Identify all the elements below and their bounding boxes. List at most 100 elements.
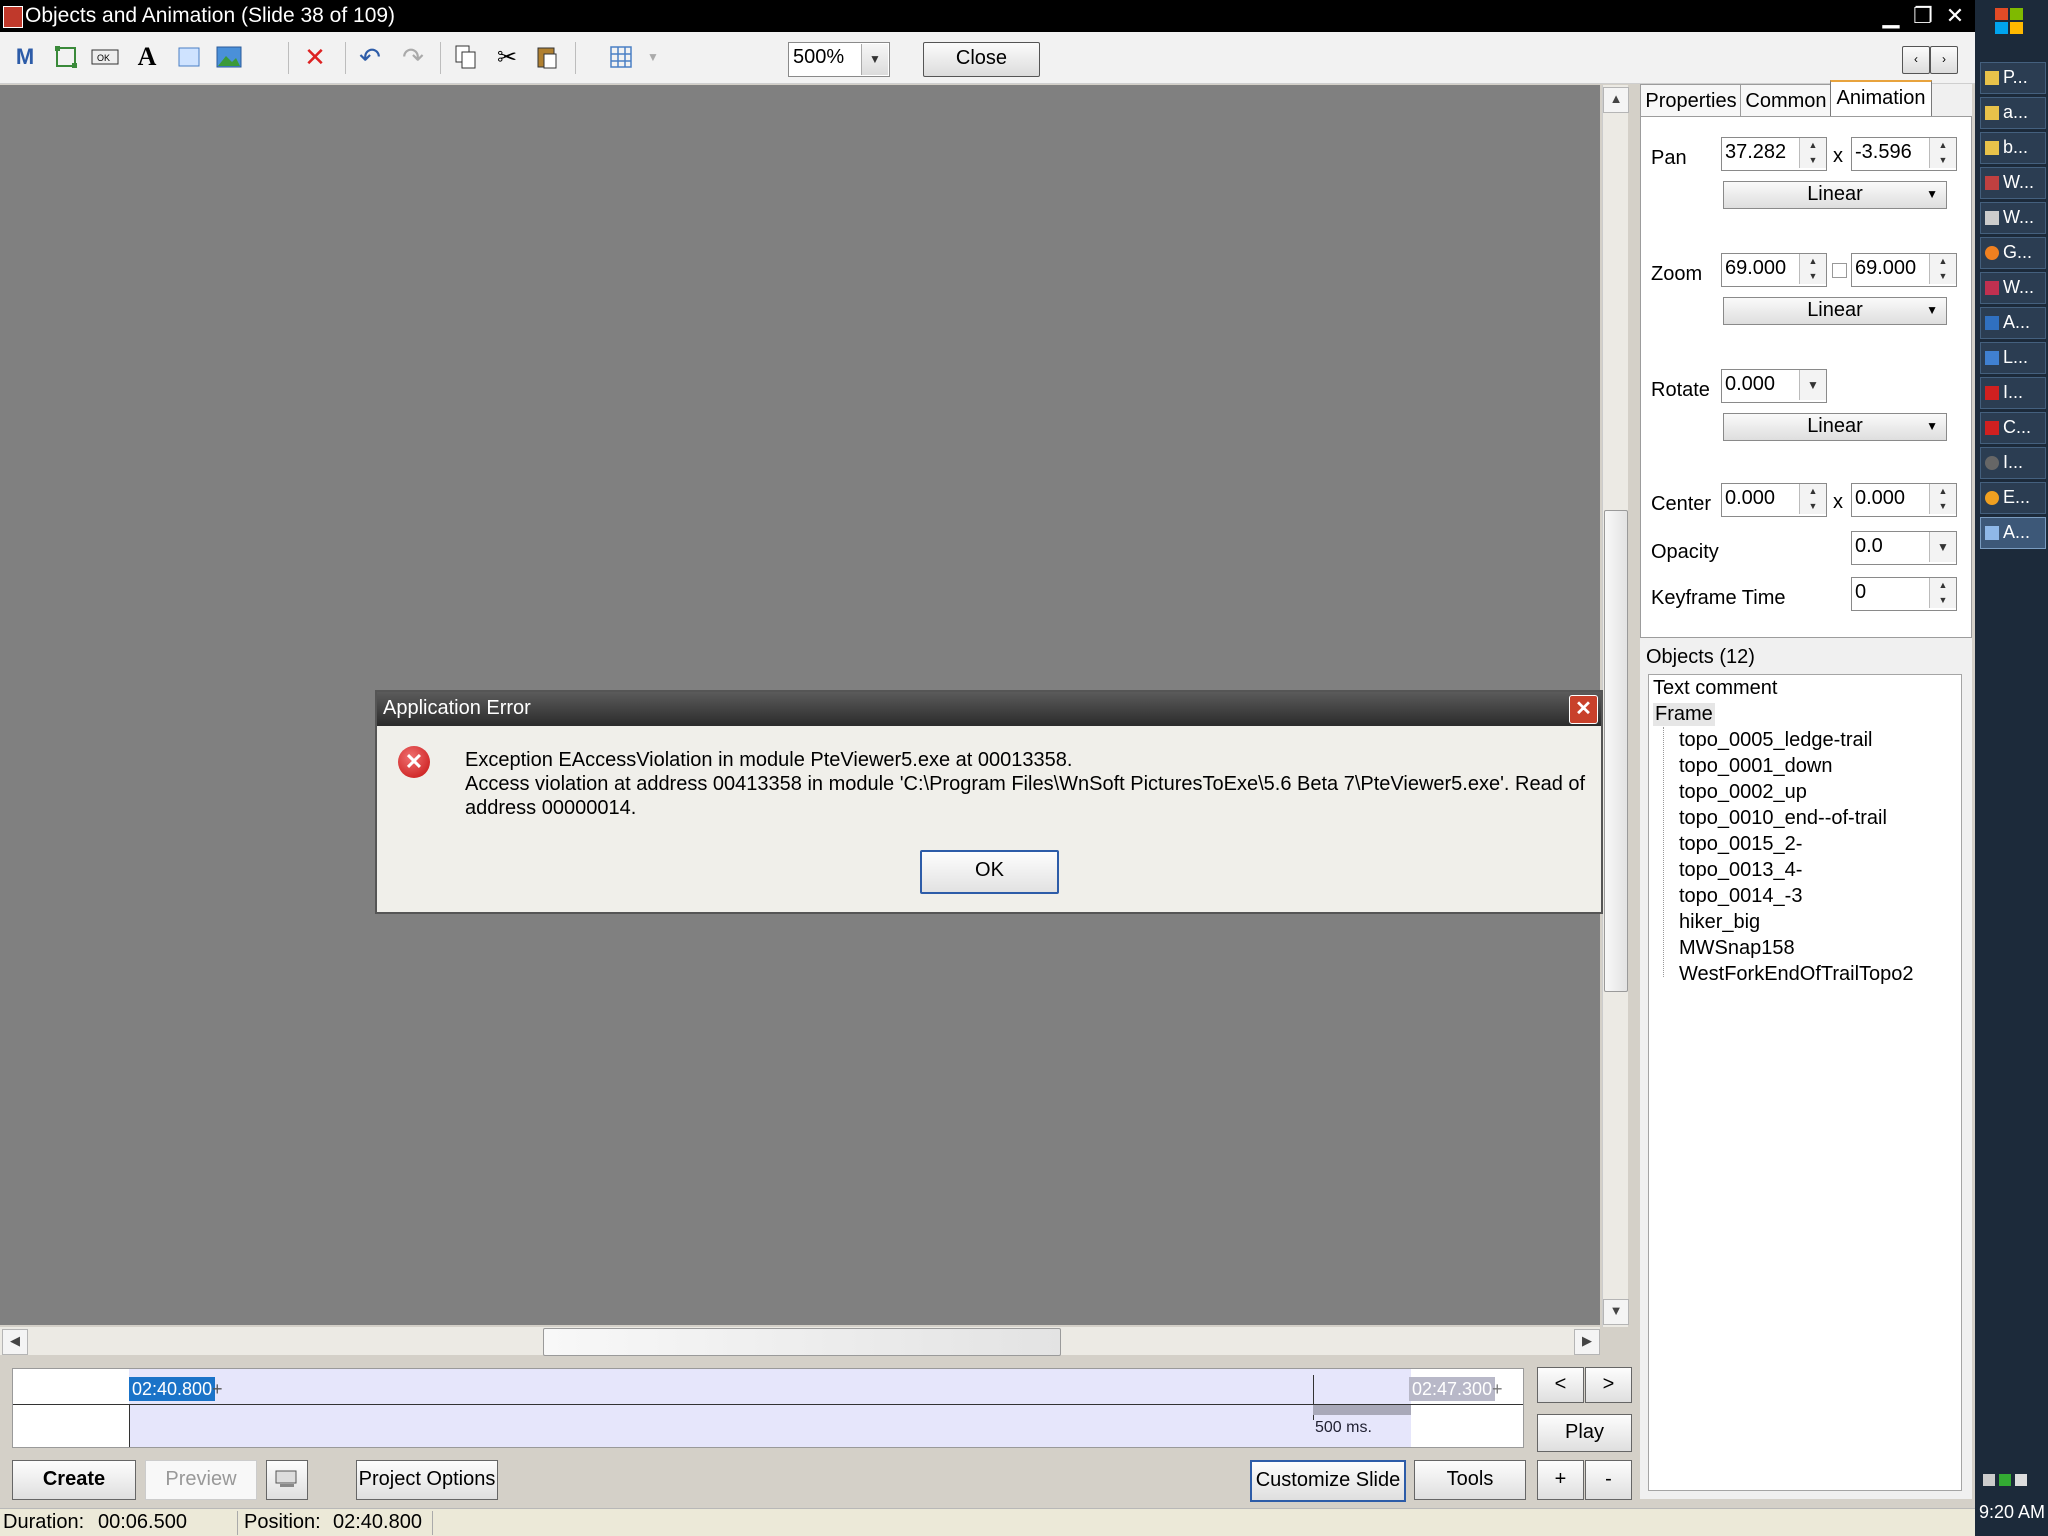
tree-item[interactable]: topo_0013_4- (1679, 859, 1802, 882)
taskbar-item[interactable]: G... (1980, 237, 2046, 269)
add-button-icon[interactable]: OK (90, 42, 120, 72)
tree-item[interactable]: topo_0014_-3 (1679, 885, 1802, 908)
keyframe-time-input[interactable]: 0 ▲ ▼ (1851, 577, 1957, 611)
volume-icon[interactable] (2015, 1474, 2027, 1486)
delete-icon[interactable]: ✕ (300, 42, 330, 72)
add-frame-icon[interactable] (51, 42, 81, 72)
customize-slide-button[interactable]: Customize Slide (1250, 1460, 1406, 1502)
timeline-add-keyframe-icon[interactable]: + (209, 1377, 226, 1401)
horizontal-scrollbar[interactable]: ◀ ▶ (0, 1327, 1600, 1356)
rotate-dropdown-icon[interactable]: ▼ (1799, 370, 1826, 400)
play-button[interactable]: Play (1537, 1414, 1632, 1452)
scroll-right-arrow-icon[interactable]: ▶ (1574, 1329, 1600, 1355)
tree-item[interactable]: topo_0005_ledge-trail (1679, 729, 1873, 752)
cut-icon[interactable]: ✂ (492, 42, 522, 72)
add-rectangle-icon[interactable] (174, 42, 204, 72)
pan-y-stepper[interactable]: ▲ ▼ (1929, 138, 1956, 168)
vertical-scroll-thumb[interactable] (1604, 510, 1628, 992)
chevron-down-icon[interactable]: ▼ (861, 44, 888, 75)
rotate-input[interactable]: 0.000 ▼ (1721, 369, 1827, 403)
taskbar-item-active[interactable]: A... (1980, 517, 2046, 549)
timeline-end-add-icon[interactable]: + (1489, 1377, 1506, 1401)
window-close-button[interactable]: ✕ (1942, 4, 1968, 28)
dialog-close-button[interactable]: ✕ (1569, 695, 1598, 724)
zoom-y-input[interactable]: 69.000 ▲ ▼ (1851, 253, 1957, 287)
undo-icon[interactable]: ↶ (355, 42, 385, 72)
rotate-interpolation-dropdown[interactable]: Linear ▼ (1723, 413, 1947, 441)
grid-icon[interactable] (606, 42, 636, 72)
add-slide-button[interactable]: + (1537, 1460, 1584, 1500)
tree-item[interactable]: topo_0002_up (1679, 781, 1807, 804)
zoom-x-stepper[interactable]: ▲ ▼ (1799, 254, 1826, 284)
tree-item[interactable]: MWSnap158 (1679, 937, 1795, 960)
timeline-next-button[interactable]: > (1585, 1367, 1632, 1403)
timeline[interactable]: 02:40.800 + 02:47.300 + 500 ms. (12, 1368, 1524, 1448)
taskbar-item[interactable]: E... (1980, 482, 2046, 514)
taskbar-item[interactable]: C... (1980, 412, 2046, 444)
grid-dropdown-icon[interactable]: ▼ (638, 42, 668, 72)
taskbar-item[interactable]: A... (1980, 307, 2046, 339)
taskbar-item[interactable]: L... (1980, 342, 2046, 374)
timeline-prev-button[interactable]: < (1537, 1367, 1584, 1403)
network-icon[interactable] (1983, 1474, 1995, 1486)
pan-interpolation-dropdown[interactable]: Linear ▼ (1723, 181, 1947, 209)
taskbar-item[interactable]: W... (1980, 272, 2046, 304)
center-y-input[interactable]: 0.000 ▲ ▼ (1851, 483, 1957, 517)
copy-icon[interactable] (451, 42, 481, 72)
opacity-input[interactable]: 0.0 ▼ (1851, 531, 1957, 565)
keyframe-time-stepper[interactable]: ▲ ▼ (1929, 578, 1956, 608)
zoom-combo[interactable]: 500% ▼ (788, 42, 890, 77)
ok-button[interactable]: OK (920, 850, 1059, 894)
opacity-dropdown-icon[interactable]: ▼ (1929, 532, 1956, 562)
center-y-stepper[interactable]: ▲ ▼ (1929, 484, 1956, 514)
taskbar-item[interactable]: I... (1980, 377, 2046, 409)
add-mask-icon[interactable]: M (10, 42, 40, 72)
center-x-stepper[interactable]: ▲ ▼ (1799, 484, 1826, 514)
timeline-end-time[interactable]: 02:47.300 (1409, 1377, 1496, 1401)
remove-slide-button[interactable]: - (1585, 1460, 1632, 1500)
tree-item-frame[interactable]: Frame (1653, 703, 1715, 726)
tools-button[interactable]: Tools (1414, 1460, 1526, 1500)
security-icon[interactable] (1999, 1474, 2011, 1486)
tree-item-text-comment[interactable]: Text comment (1653, 677, 1777, 700)
horizontal-scroll-thumb[interactable] (543, 1328, 1061, 1356)
minimize-button[interactable]: ▁ (1878, 4, 1904, 28)
pan-x-stepper[interactable]: ▲ ▼ (1799, 138, 1826, 168)
zoom-y-stepper[interactable]: ▲ ▼ (1929, 254, 1956, 284)
add-image-icon[interactable] (214, 42, 244, 72)
close-button[interactable]: Close (923, 42, 1040, 77)
scroll-down-arrow-icon[interactable]: ▼ (1603, 1299, 1629, 1325)
objects-tree[interactable]: Text comment Frame topo_0005_ledge-trail… (1648, 674, 1962, 1491)
redo-icon[interactable]: ↷ (398, 42, 428, 72)
tab-properties[interactable]: Properties (1640, 84, 1742, 117)
clock[interactable]: 9:20 AM (1979, 1502, 2045, 1523)
restore-button[interactable]: ❐ (1910, 4, 1936, 28)
taskbar-item[interactable]: P... (1980, 62, 2046, 94)
timeline-start-time[interactable]: 02:40.800 (129, 1377, 216, 1401)
taskbar-item[interactable]: a... (1980, 97, 2046, 129)
preview-screen-button[interactable] (266, 1460, 308, 1500)
scroll-up-arrow-icon[interactable]: ▲ (1603, 87, 1629, 113)
zoom-interpolation-dropdown[interactable]: Linear ▼ (1723, 297, 1947, 325)
create-button[interactable]: Create (12, 1460, 136, 1500)
vertical-scrollbar[interactable]: ▲ ▼ (1602, 85, 1629, 1327)
tree-item[interactable]: WestForkEndOfTrailTopo2 (1679, 963, 1914, 986)
windows-logo-icon[interactable] (1991, 6, 2029, 38)
add-text-icon[interactable]: A (132, 42, 162, 72)
taskbar-item[interactable]: b... (1980, 132, 2046, 164)
preview-button[interactable]: Preview (145, 1460, 257, 1500)
taskbar-item[interactable]: I... (1980, 447, 2046, 479)
tree-item[interactable]: topo_0015_2- (1679, 833, 1802, 856)
next-slide-button[interactable]: › (1930, 46, 1958, 74)
pan-x-input[interactable]: 37.282 ▲ ▼ (1721, 137, 1827, 171)
tab-common[interactable]: Common (1740, 84, 1832, 117)
taskbar-item[interactable]: W... (1980, 167, 2046, 199)
zoom-link-checkbox[interactable] (1832, 263, 1847, 278)
tab-animation[interactable]: Animation (1830, 80, 1932, 120)
tree-item[interactable]: topo_0010_end--of-trail (1679, 807, 1887, 830)
tree-item[interactable]: topo_0001_down (1679, 755, 1832, 778)
center-x-input[interactable]: 0.000 ▲ ▼ (1721, 483, 1827, 517)
paste-icon[interactable] (532, 42, 562, 72)
timeline-position-marker[interactable] (129, 1404, 130, 1447)
previous-slide-button[interactable]: ‹ (1902, 46, 1930, 74)
